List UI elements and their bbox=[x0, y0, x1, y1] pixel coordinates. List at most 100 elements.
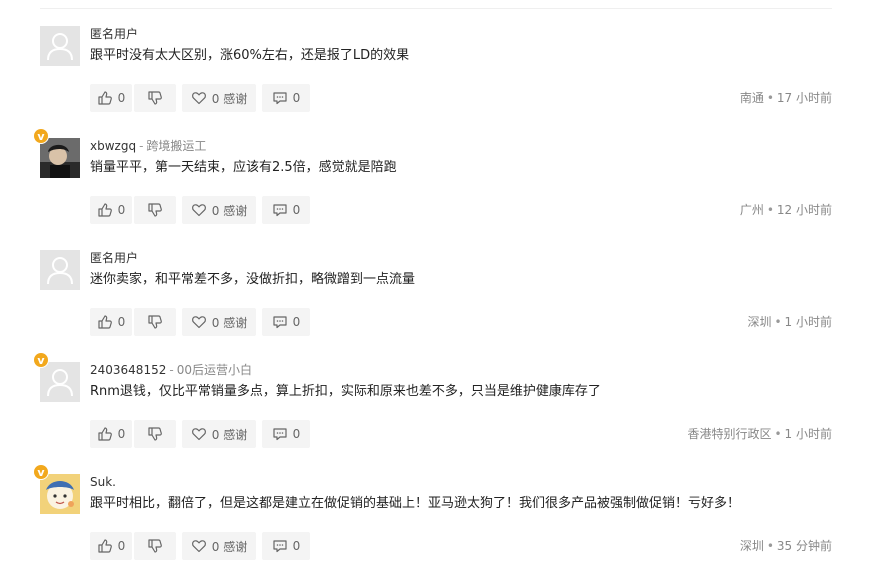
avatar[interactable] bbox=[40, 250, 80, 290]
comment-bubble-icon bbox=[272, 538, 288, 554]
comment-text: 跟平时相比，翻倍了，但是这都是建立在做促销的基础上！亚马逊太狗了！我们很多产品被… bbox=[90, 496, 741, 511]
location: 香港特别行政区 bbox=[687, 427, 772, 441]
thumbs-up-icon bbox=[97, 90, 113, 106]
thumbs-down-icon bbox=[147, 314, 163, 330]
location: 南通 bbox=[739, 91, 764, 105]
heart-icon bbox=[191, 538, 207, 554]
dislike-button[interactable] bbox=[134, 196, 176, 224]
reply-count: 0 bbox=[292, 315, 301, 329]
like-button[interactable]: 0 bbox=[90, 196, 132, 224]
like-count: 0 bbox=[117, 203, 126, 217]
thumbs-up-icon bbox=[97, 202, 113, 218]
avatar[interactable]: v bbox=[33, 464, 80, 514]
username[interactable]: 匿名用户 bbox=[90, 251, 138, 265]
reply-count: 0 bbox=[292, 539, 301, 553]
timestamp: 12 小时前 bbox=[776, 203, 832, 217]
username[interactable]: 匿名用户 bbox=[90, 27, 138, 41]
location: 深圳 bbox=[747, 315, 772, 329]
username[interactable]: xbwzgq bbox=[90, 139, 136, 153]
reply-button[interactable]: 0 bbox=[262, 84, 310, 112]
reply-count: 0 bbox=[292, 203, 301, 217]
thanks-button[interactable]: 0 感谢 bbox=[182, 532, 256, 560]
timestamp: 1 小时前 bbox=[784, 315, 832, 329]
comment-meta: 深圳 • 35 分钟前 bbox=[740, 538, 832, 554]
comment-text: 跟平时没有太大区别，涨60%左右，还是报了LD的效果 bbox=[90, 48, 410, 63]
thumbs-down-icon bbox=[147, 538, 163, 554]
user-line: 2403648152-00后运营小白 bbox=[90, 362, 252, 378]
user-line: Suk. bbox=[90, 474, 116, 490]
thanks-button[interactable]: 0 感谢 bbox=[182, 196, 256, 224]
verified-badge-icon: v bbox=[33, 464, 49, 480]
location: 广州 bbox=[739, 203, 764, 217]
comment-item: 匿名用户 迷你卖家，和平常差不多，没做折扣，略微蹭到一点流量 0 0 感谢 0 深圳 • 1 … bbox=[40, 250, 832, 340]
dislike-button[interactable] bbox=[134, 420, 176, 448]
username[interactable]: Suk. bbox=[90, 475, 116, 489]
comment-bubble-icon bbox=[272, 202, 288, 218]
heart-icon bbox=[191, 314, 207, 330]
separator-dot: - bbox=[169, 363, 174, 377]
meta-bullet: • bbox=[766, 539, 774, 553]
default-avatar bbox=[40, 250, 80, 290]
like-button[interactable]: 0 bbox=[90, 532, 132, 560]
comment-bubble-icon bbox=[272, 426, 288, 442]
thanks-label: 0 感谢 bbox=[211, 203, 248, 218]
default-avatar bbox=[40, 26, 80, 66]
like-button[interactable]: 0 bbox=[90, 84, 132, 112]
comment-meta: 香港特别行政区 • 1 小时前 bbox=[687, 426, 832, 442]
meta-bullet: • bbox=[774, 427, 782, 441]
thanks-button[interactable]: 0 感谢 bbox=[182, 308, 256, 336]
comment-bubble-icon bbox=[272, 90, 288, 106]
thanks-label: 0 感谢 bbox=[211, 91, 248, 106]
separator-dot: - bbox=[139, 139, 144, 153]
heart-icon bbox=[191, 90, 207, 106]
user-line: xbwzgq - 跨境搬运工 bbox=[90, 138, 206, 154]
reply-button[interactable]: 0 bbox=[262, 308, 310, 336]
verified-badge-icon: v bbox=[33, 128, 49, 144]
user-tag: 跨境搬运工 bbox=[146, 139, 207, 153]
comment-meta: 南通 • 17 小时前 bbox=[740, 90, 832, 106]
like-count: 0 bbox=[117, 91, 126, 105]
meta-bullet: • bbox=[766, 203, 774, 217]
timestamp: 17 小时前 bbox=[776, 91, 832, 105]
reply-button[interactable]: 0 bbox=[262, 532, 310, 560]
thumbs-up-icon bbox=[97, 314, 113, 330]
heart-icon bbox=[191, 202, 207, 218]
username[interactable]: 2403648152 bbox=[90, 363, 166, 377]
location: 深圳 bbox=[739, 539, 764, 553]
thanks-button[interactable]: 0 感谢 bbox=[182, 420, 256, 448]
meta-bullet: • bbox=[766, 91, 774, 105]
dislike-button[interactable] bbox=[134, 308, 176, 336]
dislike-button[interactable] bbox=[134, 532, 176, 560]
reply-count: 0 bbox=[292, 427, 301, 441]
comment-item: 匿名用户跟平时没有太大区别，涨60%左右，还是报了LD的效果 0 0 感谢 0 南通 • 1… bbox=[40, 26, 832, 116]
comment-meta: 深圳 • 1 小时前 bbox=[747, 314, 832, 330]
like-count: 0 bbox=[117, 539, 126, 553]
user-line: 匿名用户 bbox=[90, 250, 138, 266]
thumbs-down-icon bbox=[147, 90, 163, 106]
comment-bubble-icon bbox=[272, 314, 288, 330]
reply-button[interactable]: 0 bbox=[262, 420, 310, 448]
thumbs-down-icon bbox=[147, 426, 163, 442]
top-separator bbox=[40, 8, 832, 9]
avatar[interactable] bbox=[40, 26, 80, 66]
meta-bullet: • bbox=[774, 315, 782, 329]
avatar[interactable]: v bbox=[33, 352, 80, 402]
thanks-label: 0 感谢 bbox=[211, 427, 248, 442]
photo-avatar bbox=[40, 138, 80, 178]
like-count: 0 bbox=[117, 315, 126, 329]
comment-item: v Suk. 跟平时相比，翻倍了，但是这都是建立在做促销的基础上！亚马逊太狗了！我们… bbox=[33, 464, 832, 564]
avatar[interactable]: v bbox=[33, 128, 80, 178]
reply-count: 0 bbox=[292, 91, 301, 105]
like-button[interactable]: 0 bbox=[90, 308, 132, 336]
comment-item: v xbwzgq - 跨境搬运工 销量平平，第一天结束，应该有2.5倍，感觉就是陪跑 0 0… bbox=[33, 128, 832, 228]
user-line: 匿名用户 bbox=[90, 26, 138, 42]
comment-meta: 广州 • 12 小时前 bbox=[740, 202, 832, 218]
reply-button[interactable]: 0 bbox=[262, 196, 310, 224]
dislike-button[interactable] bbox=[134, 84, 176, 112]
timestamp: 35 分钟前 bbox=[776, 539, 832, 553]
comment-text: Rnm退钱，仅比平常销量多点，算上折扣，实际和原来也差不多，只当是维护健康库存了 bbox=[90, 384, 601, 399]
like-button[interactable]: 0 bbox=[90, 420, 132, 448]
thanks-label: 0 感谢 bbox=[211, 315, 248, 330]
thanks-button[interactable]: 0 感谢 bbox=[182, 84, 256, 112]
like-count: 0 bbox=[117, 427, 126, 441]
